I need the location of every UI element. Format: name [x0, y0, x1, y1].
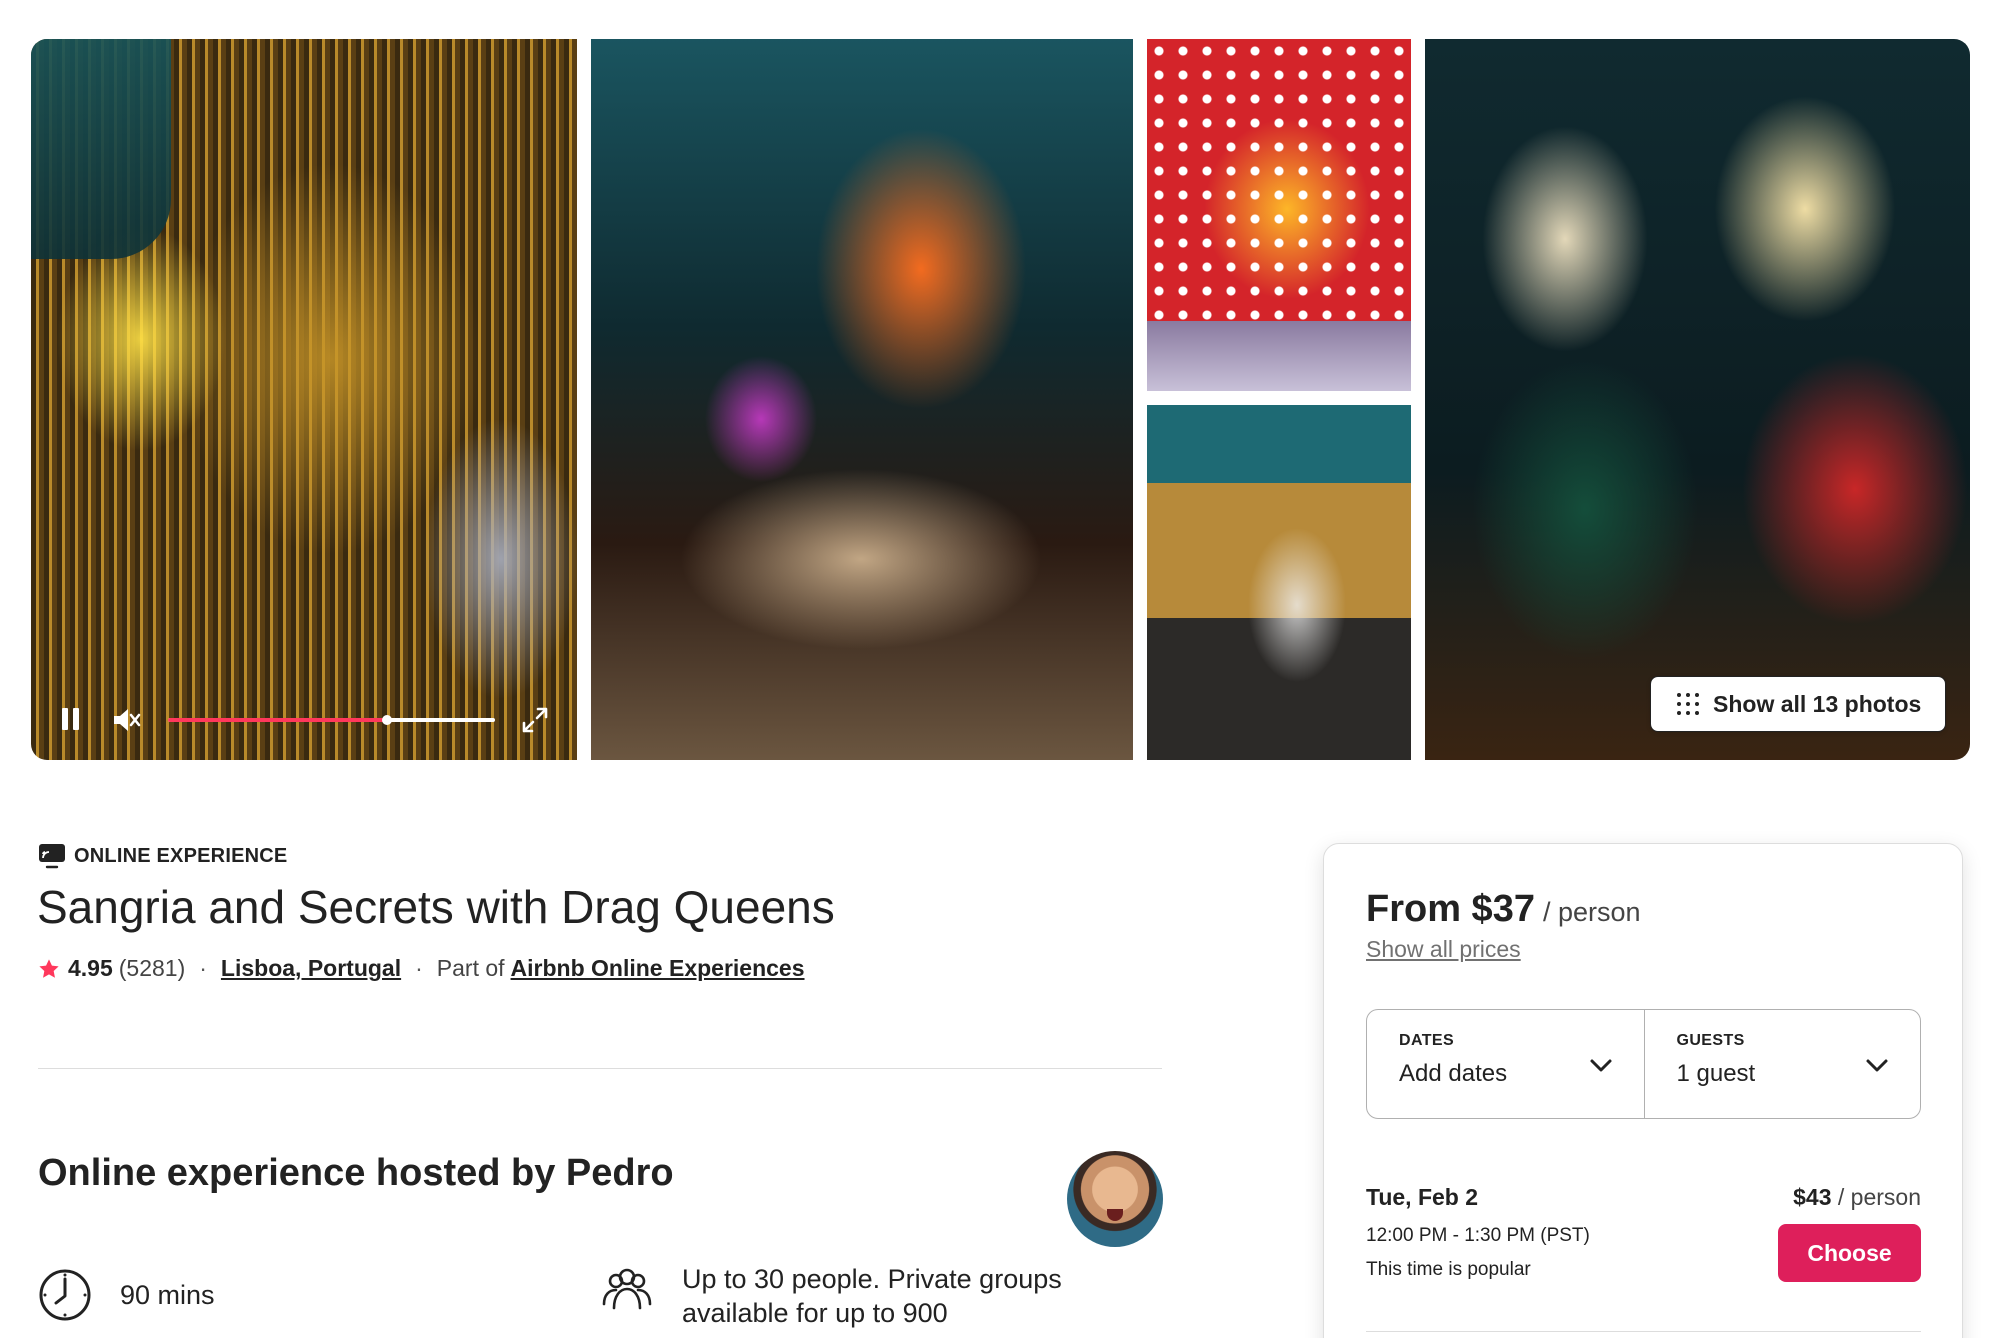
dates-label: DATES: [1399, 1032, 1455, 1049]
booking-card: From $37 / person Show all prices DATES …: [1323, 843, 1963, 1338]
rating-value: 4.95: [68, 955, 113, 981]
duration-text: 90 mins: [120, 1280, 215, 1310]
gallery-photo-sangria[interactable]: [1147, 39, 1411, 391]
slot-divider: [1366, 1331, 1921, 1332]
guests-label: GUESTS: [1676, 1032, 1745, 1049]
pause-icon[interactable]: [61, 708, 81, 732]
time-slot: Tue, Feb 2 12:00 PM - 1:30 PM (PST) This…: [1366, 1184, 1921, 1282]
gallery-video[interactable]: [31, 39, 577, 760]
clock-icon: [39, 1269, 91, 1321]
online-tv-icon: [39, 844, 65, 869]
people-icon: [602, 1268, 652, 1310]
chevron-down-icon: [1866, 1059, 1888, 1072]
dates-picker[interactable]: DATES Add dates: [1367, 1010, 1644, 1118]
show-all-prices-link[interactable]: Show all prices: [1366, 936, 1521, 963]
host-title: Online experience hosted by Pedro: [38, 1152, 674, 1194]
feature-group-size: Up to 30 people. Private groups availabl…: [600, 1262, 1112, 1330]
grid-dots-icon: [1677, 693, 1699, 715]
meta-separator: ·: [199, 955, 207, 981]
price-unit: / person: [1542, 897, 1641, 927]
online-experiences-link[interactable]: Airbnb Online Experiences: [511, 955, 805, 982]
gallery-photo-party[interactable]: [591, 39, 1133, 760]
category-label: ONLINE EXPERIENCE: [74, 844, 288, 867]
location-link[interactable]: Lisboa, Portugal: [221, 955, 401, 982]
fullscreen-icon[interactable]: [521, 706, 549, 734]
video-controls: [31, 660, 577, 760]
video-progress-fill: [168, 718, 388, 722]
video-progress-bar[interactable]: [168, 715, 495, 725]
feature-duration: 90 mins: [38, 1268, 215, 1322]
meta-separator: ·: [415, 955, 423, 981]
video-progress-knob[interactable]: [382, 715, 393, 725]
star-icon: [39, 958, 59, 978]
choose-button[interactable]: Choose: [1778, 1224, 1921, 1282]
show-all-photos-button[interactable]: Show all 13 photos: [1650, 676, 1946, 732]
price-row: From $37 / person: [1366, 888, 1641, 931]
photo-gallery: Show all 13 photos: [31, 39, 1970, 760]
listing-meta: 4.95 (5281) · Lisboa, Portugal · Part of…: [38, 955, 805, 982]
slot-price-unit: / person: [1837, 1184, 1921, 1210]
group-size-text: Up to 30 people. Private groups availabl…: [682, 1264, 1062, 1328]
guests-picker[interactable]: GUESTS 1 guest: [1643, 1010, 1921, 1118]
date-guest-picker: DATES Add dates GUESTS 1 guest: [1366, 1009, 1921, 1119]
slot-price-value: $43: [1793, 1184, 1832, 1210]
listing-title: Sangria and Secrets with Drag Queens: [37, 881, 835, 933]
gallery-photo-queens[interactable]: [1147, 405, 1411, 760]
mute-icon[interactable]: [111, 706, 141, 734]
slot-price: $43 / person: [1793, 1184, 1921, 1211]
category-row: ONLINE EXPERIENCE: [38, 843, 287, 869]
review-count[interactable]: (5281): [119, 955, 185, 982]
gallery-photo-cooking[interactable]: [1425, 39, 1970, 760]
price-from: From $37: [1366, 888, 1535, 930]
chevron-down-icon: [1590, 1059, 1611, 1072]
part-of-label: Part of: [436, 955, 505, 981]
host-avatar[interactable]: [1067, 1151, 1163, 1247]
section-divider: [38, 1068, 1162, 1069]
show-all-photos-label: Show all 13 photos: [1713, 690, 1922, 717]
